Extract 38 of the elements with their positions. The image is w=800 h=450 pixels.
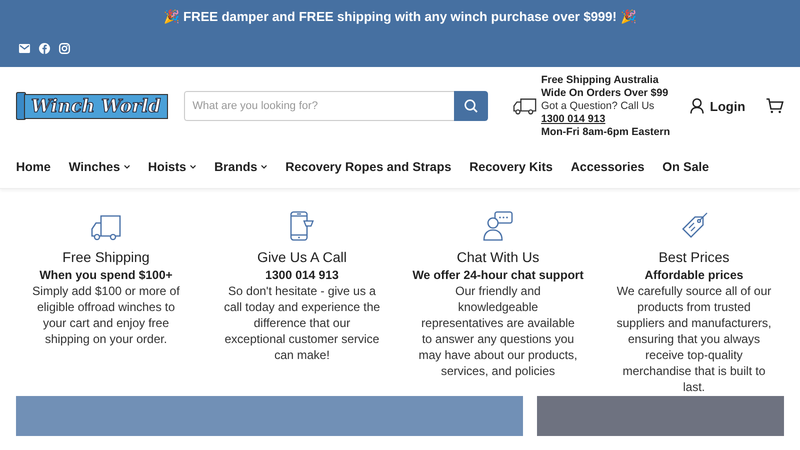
- nav-link[interactable]: Recovery Kits: [469, 160, 553, 174]
- person-chat-icon: [483, 211, 513, 241]
- feature-description: We carefully source all of our products from trusted suppliers and manufacturers, ensuring that you always receive top-quality merchandise that is built to last.: [616, 283, 772, 395]
- nav-link[interactable]: Winches: [68, 160, 130, 174]
- feature-subtitle: When you spend $100+: [39, 268, 173, 282]
- search-button[interactable]: [454, 91, 488, 121]
- nav-link[interactable]: On Sale: [662, 160, 709, 174]
- facebook-icon[interactable]: [39, 43, 50, 54]
- nav-link[interactable]: Home: [16, 160, 51, 174]
- feature-description: Our friendly and knowledgeable representatives are available to answer any questions you may have about our products, services, and policies: [418, 283, 578, 379]
- feature-description: Simply add $100 or more of eligible offroad winches to your cart and enjoy free shipping on your order.: [31, 283, 181, 347]
- feature-title: Free Shipping: [62, 249, 150, 265]
- truck-icon: [513, 97, 538, 115]
- feature-title: Best Prices: [658, 249, 730, 265]
- shipping-info-text: Free Shipping Australia Wide On Orders Over $99: [541, 74, 670, 100]
- login-link[interactable]: Login: [690, 98, 746, 114]
- nav-link[interactable]: Recovery Ropes and Straps: [285, 160, 452, 174]
- hours-text: Mon-Fri 8am-6pm Eastern: [541, 126, 672, 138]
- nav-link[interactable]: Hoists: [148, 160, 196, 174]
- user-icon: [690, 98, 704, 114]
- search-field[interactable]: What are you looking for?: [184, 91, 454, 121]
- email-icon[interactable]: [19, 44, 30, 53]
- nav-link[interactable]: Brands: [214, 160, 268, 174]
- instagram-icon[interactable]: [59, 43, 70, 54]
- feature-subtitle: 1300 014 913: [265, 268, 339, 282]
- question-text: Got a Question? Call Us: [541, 100, 656, 112]
- phone-icon: [290, 211, 314, 241]
- truck-icon: [91, 215, 121, 241]
- cart-icon[interactable]: [766, 98, 784, 114]
- search-icon: [464, 99, 478, 113]
- phone-link[interactable]: 1300 014 913: [541, 112, 606, 126]
- feature-subtitle: We offer 24-hour chat support: [412, 268, 584, 282]
- feature-title: Give Us A Call: [257, 249, 347, 265]
- feature-description: So don't hesitate - give us a call today and experience the difference that our exceptional customer service can make!: [222, 283, 382, 363]
- feature-subtitle: Affordable prices: [644, 268, 744, 282]
- announcement-text: 🎉 FREE damper and FREE shipping with any winch purchase over $999! 🎉: [164, 8, 636, 25]
- nav-link[interactable]: Accessories: [570, 160, 644, 174]
- feature-title: Chat With Us: [456, 249, 540, 265]
